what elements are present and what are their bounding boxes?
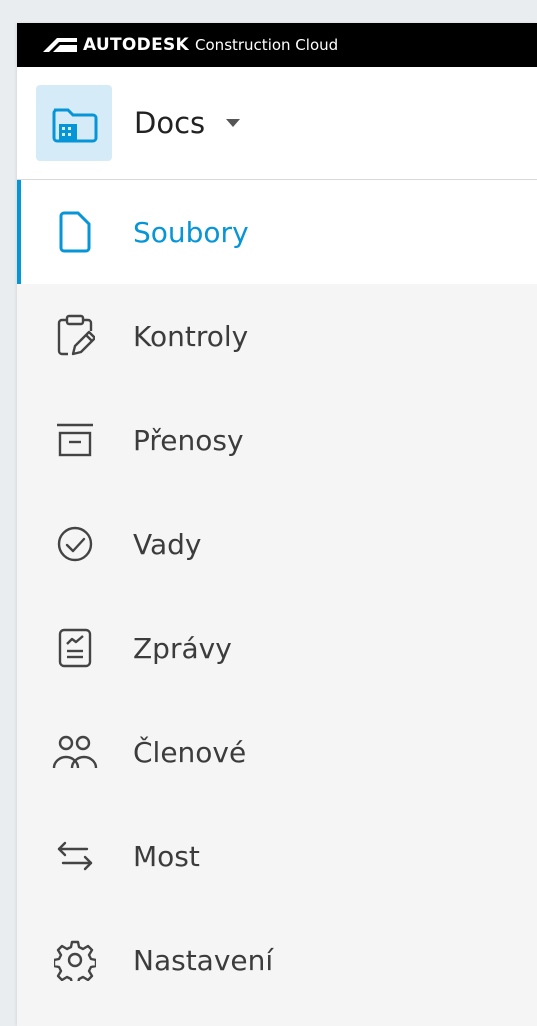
- folder-building-icon: [36, 85, 112, 161]
- nav-item-label: Kontroly: [133, 319, 249, 353]
- nav-item-transmittals[interactable]: Přenosy: [17, 388, 537, 492]
- brand-product: Construction Cloud: [195, 36, 339, 54]
- nav-item-issues[interactable]: Vady: [17, 492, 537, 596]
- autodesk-logo-icon: [43, 38, 77, 52]
- nav-item-label: Členové: [133, 735, 247, 769]
- app-switcher[interactable]: Docs: [17, 67, 537, 180]
- nav-item-label: Most: [133, 839, 200, 873]
- nav-item-reports[interactable]: Zprávy: [17, 596, 537, 700]
- nav-item-label: Nastavení: [133, 943, 274, 977]
- nav-item-label: Zprávy: [133, 631, 232, 665]
- nav-item-label: Vady: [133, 527, 202, 561]
- check-circle-icon: [47, 524, 103, 564]
- brand-bar: AUTODESK Construction Cloud: [17, 23, 537, 67]
- archive-box-icon: [47, 422, 103, 458]
- nav-item-members[interactable]: Členové: [17, 700, 537, 804]
- chevron-down-icon: [226, 119, 241, 127]
- report-chart-icon: [47, 627, 103, 669]
- brand-name: AUTODESK: [83, 35, 190, 55]
- nav-item-reviews[interactable]: Kontroly: [17, 284, 537, 388]
- gear-icon: [47, 939, 103, 981]
- swap-arrows-icon: [47, 839, 103, 873]
- nav-item-files[interactable]: Soubory: [17, 180, 537, 284]
- nav-item-bridge[interactable]: Most: [17, 804, 537, 908]
- nav-item-settings[interactable]: Nastavení: [17, 908, 537, 1012]
- file-icon: [47, 211, 103, 253]
- app-switcher-label: Docs: [134, 106, 206, 140]
- clipboard-pencil-icon: [47, 314, 103, 358]
- nav-item-label: Přenosy: [133, 423, 244, 457]
- nav-item-label: Soubory: [133, 215, 249, 249]
- side-panel: AUTODESK Construction Cloud Docs Soubory: [17, 23, 537, 1026]
- people-icon: [47, 734, 103, 770]
